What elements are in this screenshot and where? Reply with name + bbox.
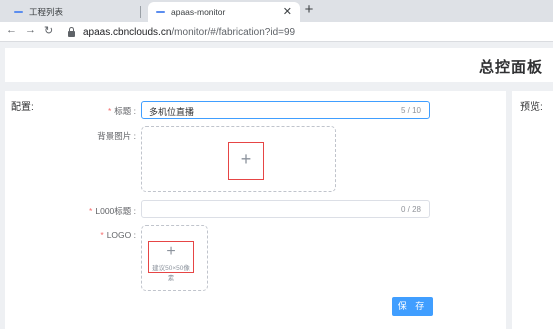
reload-icon[interactable]: ↻ [44, 24, 53, 37]
l000-title-char-counter: 0 / 28 [400, 205, 421, 214]
logo-upload-trigger[interactable]: + 建议50×50像素 [148, 241, 194, 282]
url-path: /monitor/#/fabrication?id=99 [171, 26, 296, 38]
required-mark: * [89, 206, 93, 216]
logo-size-hint: 建议50×50像素 [152, 265, 190, 282]
preview-section-label: 预览: [520, 102, 543, 113]
title-label-text: 标题 : [114, 106, 136, 116]
required-mark: * [100, 230, 104, 240]
address-bar[interactable]: apaas.cbnclouds.cn/monitor/#/fabrication… [62, 24, 553, 40]
back-arrow-icon[interactable]: ← [6, 24, 17, 36]
browser-tab-apaas-monitor[interactable]: apaas-monitor ✕ [148, 2, 300, 22]
l000-title-label-text: L000标题 : [95, 206, 136, 216]
logo-label-text: LOGO : [106, 230, 136, 240]
save-button[interactable]: 保 存 [392, 297, 433, 316]
logo-uploader[interactable]: + 建议50×50像素 [141, 225, 208, 291]
tab-label: apaas-monitor [171, 7, 226, 17]
tab-favicon-icon [14, 11, 23, 13]
new-tab-icon[interactable]: + [302, 1, 316, 18]
config-section-label: 配置: [11, 102, 34, 113]
lock-icon [68, 26, 75, 37]
tab-label: 工程列表 [29, 7, 64, 17]
l000-title-label: * L000标题 : [60, 205, 136, 217]
preview-panel [512, 91, 553, 329]
plus-icon: + [166, 243, 176, 260]
page-title: 总控面板 [478, 59, 543, 76]
browser-tab-strip: 工程列表 apaas-monitor ✕ + [0, 0, 553, 22]
title-input[interactable]: 多机位直播 5 / 10 [141, 101, 430, 119]
logo-label: * LOGO : [60, 230, 136, 240]
browser-toolbar: ← → ↻ apaas.cbnclouds.cn/monitor/#/fabri… [0, 22, 553, 42]
close-icon[interactable]: ✕ [283, 5, 292, 18]
bg-image-upload-trigger[interactable]: + [228, 142, 264, 180]
l000-title-input[interactable]: 0 / 28 [141, 200, 430, 218]
app-header: 总控面板 [5, 48, 553, 82]
title-char-counter: 5 / 10 [400, 106, 421, 115]
browser-tab-project-list[interactable]: 工程列表 [8, 2, 136, 22]
plus-icon: + [240, 149, 252, 169]
required-mark: * [107, 106, 112, 116]
forward-arrow-icon[interactable]: → [25, 24, 36, 36]
title-input-value: 多机位直播 [149, 107, 195, 117]
bg-image-label: 背景图片 : [97, 131, 136, 141]
tab-separator [140, 6, 141, 18]
bg-image-uploader[interactable]: + [141, 126, 336, 192]
tab-favicon-icon [156, 11, 165, 13]
title-field-label: * 标题 : [60, 105, 136, 117]
url-host: apaas.cbnclouds.cn [83, 26, 172, 38]
